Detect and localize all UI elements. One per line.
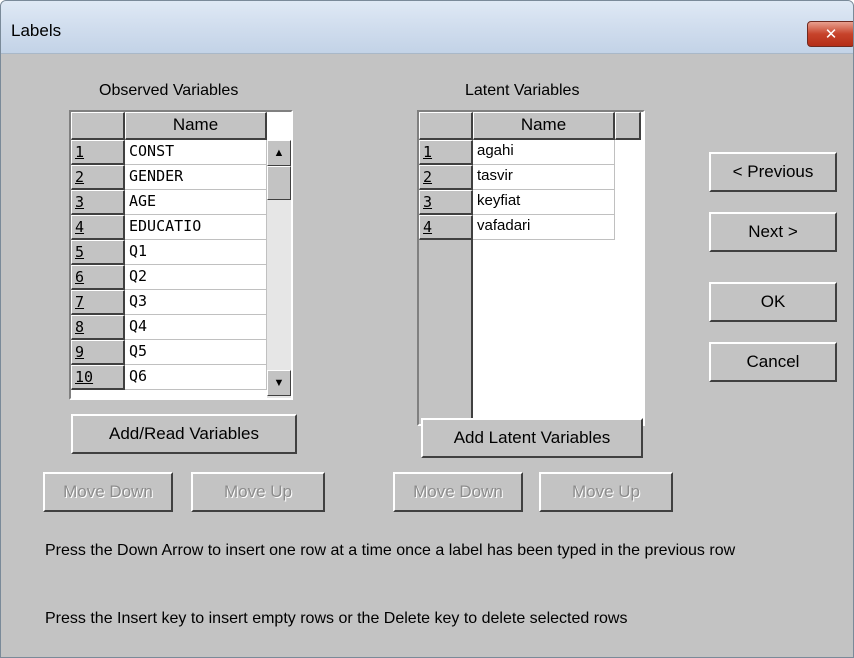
- observed-name-cell[interactable]: Q2: [125, 265, 267, 290]
- arrow-down-icon: ▼: [273, 377, 285, 389]
- observed-name-header: Name: [125, 112, 267, 140]
- latent-move-down-button[interactable]: Move Down: [393, 472, 523, 512]
- add-latent-variables-button[interactable]: Add Latent Variables: [421, 418, 643, 458]
- scroll-up-button[interactable]: ▲: [267, 140, 291, 166]
- observed-name-cell[interactable]: GENDER: [125, 165, 267, 190]
- labels-dialog: Labels ✕ Observed Variables Name 1 CONST 2…: [0, 0, 854, 658]
- latent-name-header: Name: [473, 112, 615, 140]
- observed-name-cell[interactable]: Q5: [125, 340, 267, 365]
- scroll-thumb[interactable]: [267, 166, 291, 200]
- add-read-variables-button[interactable]: Add/Read Variables: [71, 414, 297, 454]
- observed-row-number[interactable]: 3: [71, 190, 125, 215]
- row-header-column: [419, 240, 473, 424]
- arrow-up-icon: ▲: [273, 147, 285, 159]
- latent-variables-grid: Name 1 agahi 2 tasvir 3 keyfiat 4 vafadari: [417, 110, 645, 426]
- next-button[interactable]: Next >: [709, 212, 837, 252]
- observed-name-cell[interactable]: CONST: [125, 140, 267, 165]
- observed-row-number[interactable]: 2: [71, 165, 125, 190]
- latent-row-number[interactable]: 2: [419, 165, 473, 190]
- observed-row-number[interactable]: 5: [71, 240, 125, 265]
- observed-row-number[interactable]: 7: [71, 290, 125, 315]
- grid-corner: [419, 112, 473, 140]
- observed-scrollbar[interactable]: ▲ ▼: [267, 140, 291, 398]
- close-icon: ✕: [824, 25, 838, 43]
- ok-button[interactable]: OK: [709, 282, 837, 322]
- latent-name-cell[interactable]: vafadari: [473, 215, 615, 240]
- observed-row-number[interactable]: 10: [71, 365, 125, 390]
- observed-variables-title: Observed Variables: [99, 82, 239, 99]
- observed-name-cell[interactable]: Q4: [125, 315, 267, 340]
- observed-row-number[interactable]: 1: [71, 140, 125, 165]
- grid-header-filler: [615, 112, 641, 140]
- scroll-down-button[interactable]: ▼: [267, 370, 291, 396]
- observed-row-number[interactable]: 8: [71, 315, 125, 340]
- observed-name-cell[interactable]: EDUCATIO: [125, 215, 267, 240]
- latent-move-up-button[interactable]: Move Up: [539, 472, 673, 512]
- observed-name-cell[interactable]: Q1: [125, 240, 267, 265]
- previous-button[interactable]: < Previous: [709, 152, 837, 192]
- observed-name-cell[interactable]: Q3: [125, 290, 267, 315]
- observed-row-number[interactable]: 4: [71, 215, 125, 240]
- observed-row-number[interactable]: 6: [71, 265, 125, 290]
- observed-variables-grid: Name 1 CONST 2 GENDER 3 AGE 4 EDUCATIO 5 Q1 6 Q2 7 Q3…: [69, 110, 293, 400]
- latent-variables-title: Latent Variables: [465, 82, 580, 99]
- grid-corner: [71, 112, 125, 140]
- latent-name-cell[interactable]: agahi: [473, 140, 615, 165]
- dialog-body: Observed Variables Name 1 CONST 2 GENDER 3 AG…: [9, 54, 853, 657]
- cancel-button[interactable]: Cancel: [709, 342, 837, 382]
- observed-move-up-button[interactable]: Move Up: [191, 472, 325, 512]
- title-bar: Labels ✕: [1, 1, 853, 54]
- latent-name-cell[interactable]: tasvir: [473, 165, 615, 190]
- latent-row-number[interactable]: 1: [419, 140, 473, 165]
- observed-name-cell[interactable]: AGE: [125, 190, 267, 215]
- close-button[interactable]: ✕: [807, 21, 853, 47]
- window-title: Labels: [11, 21, 62, 40]
- observed-name-cell[interactable]: Q6: [125, 365, 267, 390]
- latent-row-number[interactable]: 3: [419, 190, 473, 215]
- observed-move-down-button[interactable]: Move Down: [43, 472, 173, 512]
- instruction-down-arrow: Press the Down Arrow to insert one row a…: [45, 542, 736, 559]
- observed-row-number[interactable]: 9: [71, 340, 125, 365]
- latent-row-number[interactable]: 4: [419, 215, 473, 240]
- latent-name-cell[interactable]: keyfiat: [473, 190, 615, 215]
- instruction-insert-delete: Press the Insert key to insert empty row…: [45, 610, 628, 627]
